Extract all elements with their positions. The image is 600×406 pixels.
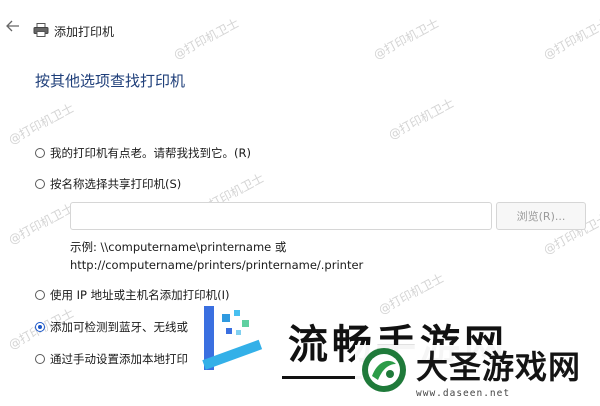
radio-button[interactable] <box>35 290 45 300</box>
watermark: @打印机卫士 <box>6 200 77 248</box>
option-bluetooth-wireless[interactable]: 添加可检测到蓝牙、无线或 <box>35 318 188 336</box>
watermark: @打印机卫士 <box>6 100 77 148</box>
watermark: @打印机卫士 <box>376 270 447 318</box>
title-bar: 添加打印机 <box>0 0 600 39</box>
option-label: 按名称选择共享打印机(S) <box>50 177 182 191</box>
overlay-divider <box>282 376 362 379</box>
liuchang-logo-icon <box>196 300 278 382</box>
radio-button-selected[interactable] <box>35 322 45 332</box>
example-text: 示例: \\computername\printername 或 http://… <box>70 238 363 274</box>
site-url: www.daseen.net <box>416 388 511 399</box>
option-label: 通过手动设置添加本地打印 <box>50 352 188 366</box>
option-label: 我的打印机有点老。请帮我找到它。(R) <box>50 146 251 160</box>
radio-button[interactable] <box>35 354 45 364</box>
site-title: 大圣游戏网 <box>416 348 582 386</box>
radio-button[interactable] <box>35 148 45 158</box>
daseen-logo-icon <box>360 346 408 394</box>
page-heading: 按其他选项查找打印机 <box>35 72 186 90</box>
example-line-1: 示例: \\computername\printername 或 <box>70 240 287 254</box>
example-line-2: http://computername/printers/printername… <box>70 258 364 272</box>
option-old-printer[interactable]: 我的打印机有点老。请帮我找到它。(R) <box>35 144 251 162</box>
option-local-manual[interactable]: 通过手动设置添加本地打印 <box>35 350 188 368</box>
option-shared-printer[interactable]: 按名称选择共享打印机(S) <box>35 175 181 193</box>
watermark: @打印机卫士 <box>386 95 457 143</box>
printer-icon <box>33 22 49 37</box>
window-title: 添加打印机 <box>54 25 115 39</box>
shared-printer-name-input[interactable] <box>70 202 492 230</box>
browse-button[interactable]: 浏览(R)... <box>496 202 586 230</box>
option-label: 添加可检测到蓝牙、无线或 <box>50 320 188 334</box>
back-arrow-icon[interactable] <box>6 20 24 34</box>
radio-button[interactable] <box>35 179 45 189</box>
